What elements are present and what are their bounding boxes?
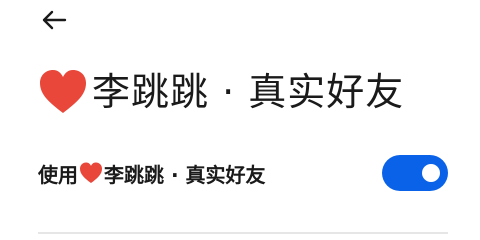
page-title: 李跳跳 · 真实好友 (38, 66, 404, 118)
heart-icon (40, 70, 86, 113)
arrow-left-icon (42, 10, 67, 30)
page-title-text: 李跳跳 · 真实好友 (92, 70, 405, 114)
setting-label-suffix: 李跳跳 · 真实好友 (104, 162, 266, 187)
setting-label: 使用 李跳跳 · 真实好友 (38, 158, 266, 188)
divider (38, 232, 448, 234)
enable-toggle[interactable] (382, 155, 448, 191)
setting-label-prefix: 使用 (38, 162, 78, 187)
toggle-knob (422, 164, 440, 182)
back-button[interactable] (38, 6, 70, 34)
heart-icon (80, 162, 102, 184)
setting-row: 使用 李跳跳 · 真实好友 (0, 146, 480, 200)
